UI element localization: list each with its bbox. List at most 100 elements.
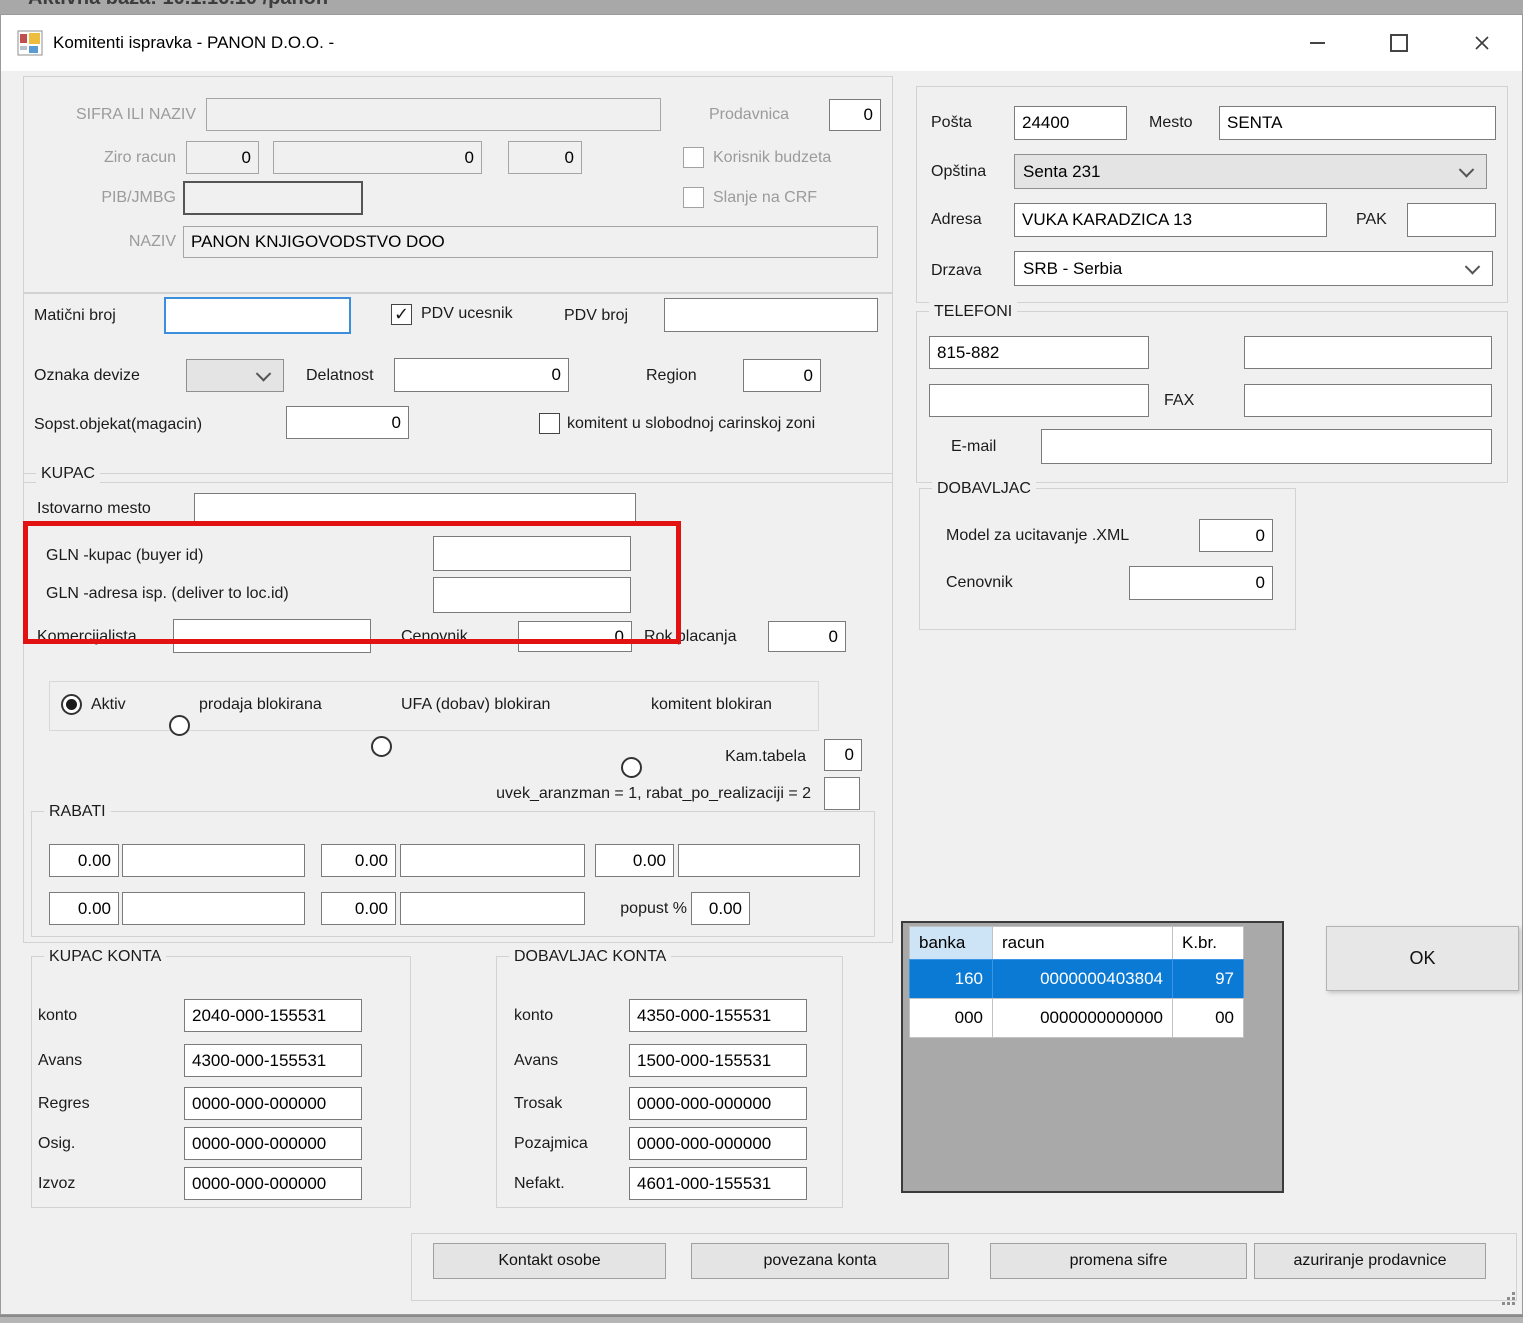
kam-tabela-label: Kam.tabela xyxy=(641,741,806,773)
rabat-text-3[interactable] xyxy=(678,844,860,877)
dobavljac-cenovnik-field[interactable]: 0 xyxy=(1129,566,1273,600)
promena-sifre-button[interactable]: promena sifre xyxy=(990,1243,1247,1279)
mesto-label: Mesto xyxy=(1149,106,1209,140)
rabat-pct-3[interactable]: 0.00 xyxy=(595,844,674,877)
oznaka-devize-combobox[interactable] xyxy=(186,359,284,392)
sopst-objekat-label: Sopst.objekat(magacin) xyxy=(34,408,254,441)
drzava-label: Drzava xyxy=(931,253,1001,288)
kupac-konta-field-avans[interactable]: 4300-000-155531 xyxy=(184,1044,362,1077)
popust-field[interactable]: 0.00 xyxy=(691,892,750,925)
dobavljac-caption: DOBAVLJAC xyxy=(932,479,1036,499)
rok-placanja-field[interactable]: 0 xyxy=(768,621,846,652)
kontakt-osobe-button[interactable]: Kontakt osobe xyxy=(433,1243,666,1279)
rabat-text-4[interactable] xyxy=(122,892,305,925)
opstina-combobox[interactable]: Senta 231 xyxy=(1014,154,1487,189)
prodavnica-field[interactable]: 0 xyxy=(829,99,881,131)
kupac-konta-field-regres[interactable]: 0000-000-000000 xyxy=(184,1087,362,1120)
bank-table-cell[interactable]: 000 xyxy=(909,998,993,1038)
email-field[interactable] xyxy=(1041,429,1492,464)
ziro-racun-field-2[interactable]: 0 xyxy=(273,141,482,174)
ziro-racun-field-1[interactable]: 0 xyxy=(186,141,259,174)
bank-table-header-kbr[interactable]: K.br. xyxy=(1172,926,1244,960)
fax-field[interactable] xyxy=(1244,384,1492,417)
naziv-field[interactable]: PANON KNJIGOVODSTVO DOO xyxy=(183,226,878,258)
region-field[interactable]: 0 xyxy=(743,359,821,392)
kupac-konta-field-osig[interactable]: 0000-000-000000 xyxy=(184,1127,362,1160)
ziro-racun-label: Ziro racun xyxy=(23,141,176,174)
sifra-field[interactable] xyxy=(206,98,661,131)
telefon-field-3[interactable] xyxy=(929,384,1149,417)
delatnost-field[interactable]: 0 xyxy=(394,358,569,392)
rabat-text-1[interactable] xyxy=(122,844,305,877)
maticni-broj-field[interactable] xyxy=(164,297,351,334)
dobavljac-konta-field-nefakt[interactable]: 4601-000-155531 xyxy=(629,1167,807,1200)
uvek-aranzman-field[interactable] xyxy=(824,777,860,810)
kupac-caption: KUPAC xyxy=(36,464,100,484)
dobavljac-konta-label-avans: Avans xyxy=(514,1044,622,1077)
bank-table-cell[interactable]: 0000000403804 xyxy=(992,959,1173,999)
carinska-zona-checkbox[interactable] xyxy=(539,413,560,434)
dobavljac-konta-field-pozajmica[interactable]: 0000-000-000000 xyxy=(629,1127,807,1160)
dobavljac-konta-field-trosak[interactable]: 0000-000-000000 xyxy=(629,1087,807,1120)
radio-prodaja-blokirana[interactable] xyxy=(169,715,190,736)
slanje-crf-checkbox[interactable] xyxy=(683,187,704,208)
azuriranje-prodavnice-button[interactable]: azuriranje prodavnice xyxy=(1254,1243,1486,1279)
bank-table-cell[interactable]: 00 xyxy=(1172,998,1244,1038)
bank-table-header-banka[interactable]: banka xyxy=(909,926,993,960)
dobavljac-konta-field-avans[interactable]: 1500-000-155531 xyxy=(629,1044,807,1077)
maximize-button[interactable] xyxy=(1376,15,1422,71)
carinska-zona-label: komitent u slobodnoj carinskoj zoni xyxy=(567,410,887,438)
mesto-field[interactable]: SENTA xyxy=(1219,106,1496,140)
bank-table-header-racun[interactable]: racun xyxy=(992,926,1173,960)
rabat-text-5[interactable] xyxy=(400,892,585,925)
radio-komitent-blokiran[interactable] xyxy=(621,757,642,778)
dobavljac-konta-field-konto[interactable]: 4350-000-155531 xyxy=(629,999,807,1032)
rabat-pct-4[interactable]: 0.00 xyxy=(49,892,119,925)
radio-ufa-blokiran[interactable] xyxy=(371,736,392,757)
kam-tabela-field[interactable]: 0 xyxy=(824,739,862,771)
rabat-text-2[interactable] xyxy=(400,844,585,877)
povezana-konta-button[interactable]: povezana konta xyxy=(691,1243,949,1279)
bank-table-cell[interactable]: 97 xyxy=(1172,959,1244,999)
dobavljac-konta-label-nefakt: Nefakt. xyxy=(514,1167,622,1200)
istovarno-mesto-field[interactable] xyxy=(194,493,636,524)
window-title: Komitenti ispravka - PANON D.O.O. - xyxy=(53,15,334,71)
bank-table-cell[interactable]: 0000000000000 xyxy=(992,998,1173,1038)
korisnik-budzeta-checkbox[interactable] xyxy=(683,147,704,168)
dobavljac-konta-label-trosak: Trosak xyxy=(514,1087,622,1120)
annotation-red-rectangle xyxy=(23,521,681,644)
maximize-icon xyxy=(1390,34,1408,52)
radio-aktiv[interactable] xyxy=(61,694,82,715)
telefon-field-2[interactable] xyxy=(1244,336,1492,369)
sifra-label: SIFRA ILI NAZIV xyxy=(23,98,196,131)
ok-button[interactable]: OK xyxy=(1326,926,1519,991)
pdv-ucesnik-checkbox[interactable]: ✓ xyxy=(391,304,412,325)
maticni-broj-label: Matični broj xyxy=(34,297,154,334)
kupac-konta-label-konto: konto xyxy=(38,999,168,1032)
ziro-racun-field-3[interactable]: 0 xyxy=(508,141,582,174)
adresa-label: Adresa xyxy=(931,203,1001,237)
posta-field[interactable]: 24400 xyxy=(1014,106,1127,140)
naziv-label: NAZIV xyxy=(23,226,176,258)
pak-field[interactable] xyxy=(1407,203,1496,237)
oznaka-devize-label: Oznaka devize xyxy=(34,359,174,392)
adresa-field[interactable]: VUKA KARADZICA 13 xyxy=(1014,203,1327,237)
rabat-pct-5[interactable]: 0.00 xyxy=(321,892,396,925)
istovarno-mesto-label: Istovarno mesto xyxy=(37,493,177,524)
minimize-button[interactable] xyxy=(1294,15,1340,71)
close-button[interactable] xyxy=(1459,15,1505,71)
radio-ufa-blokiran-label: UFA (dobav) blokiran xyxy=(401,690,591,720)
kupac-konta-field-konto[interactable]: 2040-000-155531 xyxy=(184,999,362,1032)
pdv-broj-field[interactable] xyxy=(664,298,878,332)
sopst-objekat-field[interactable]: 0 xyxy=(286,406,409,439)
drzava-combobox[interactable]: SRB - Serbia xyxy=(1014,251,1493,286)
telefon-field-1[interactable]: 815-882 xyxy=(929,336,1149,369)
kupac-konta-field-izvoz[interactable]: 0000-000-000000 xyxy=(184,1167,362,1200)
rabat-pct-2[interactable]: 0.00 xyxy=(321,844,396,877)
resize-grip-icon[interactable] xyxy=(1501,1291,1517,1307)
rabat-pct-1[interactable]: 0.00 xyxy=(49,844,119,877)
dobavljac-cenovnik-label: Cenovnik xyxy=(946,566,1096,600)
model-xml-field[interactable]: 0 xyxy=(1199,519,1273,552)
pib-jmbg-field[interactable] xyxy=(183,181,363,215)
bank-table-cell[interactable]: 160 xyxy=(909,959,993,999)
